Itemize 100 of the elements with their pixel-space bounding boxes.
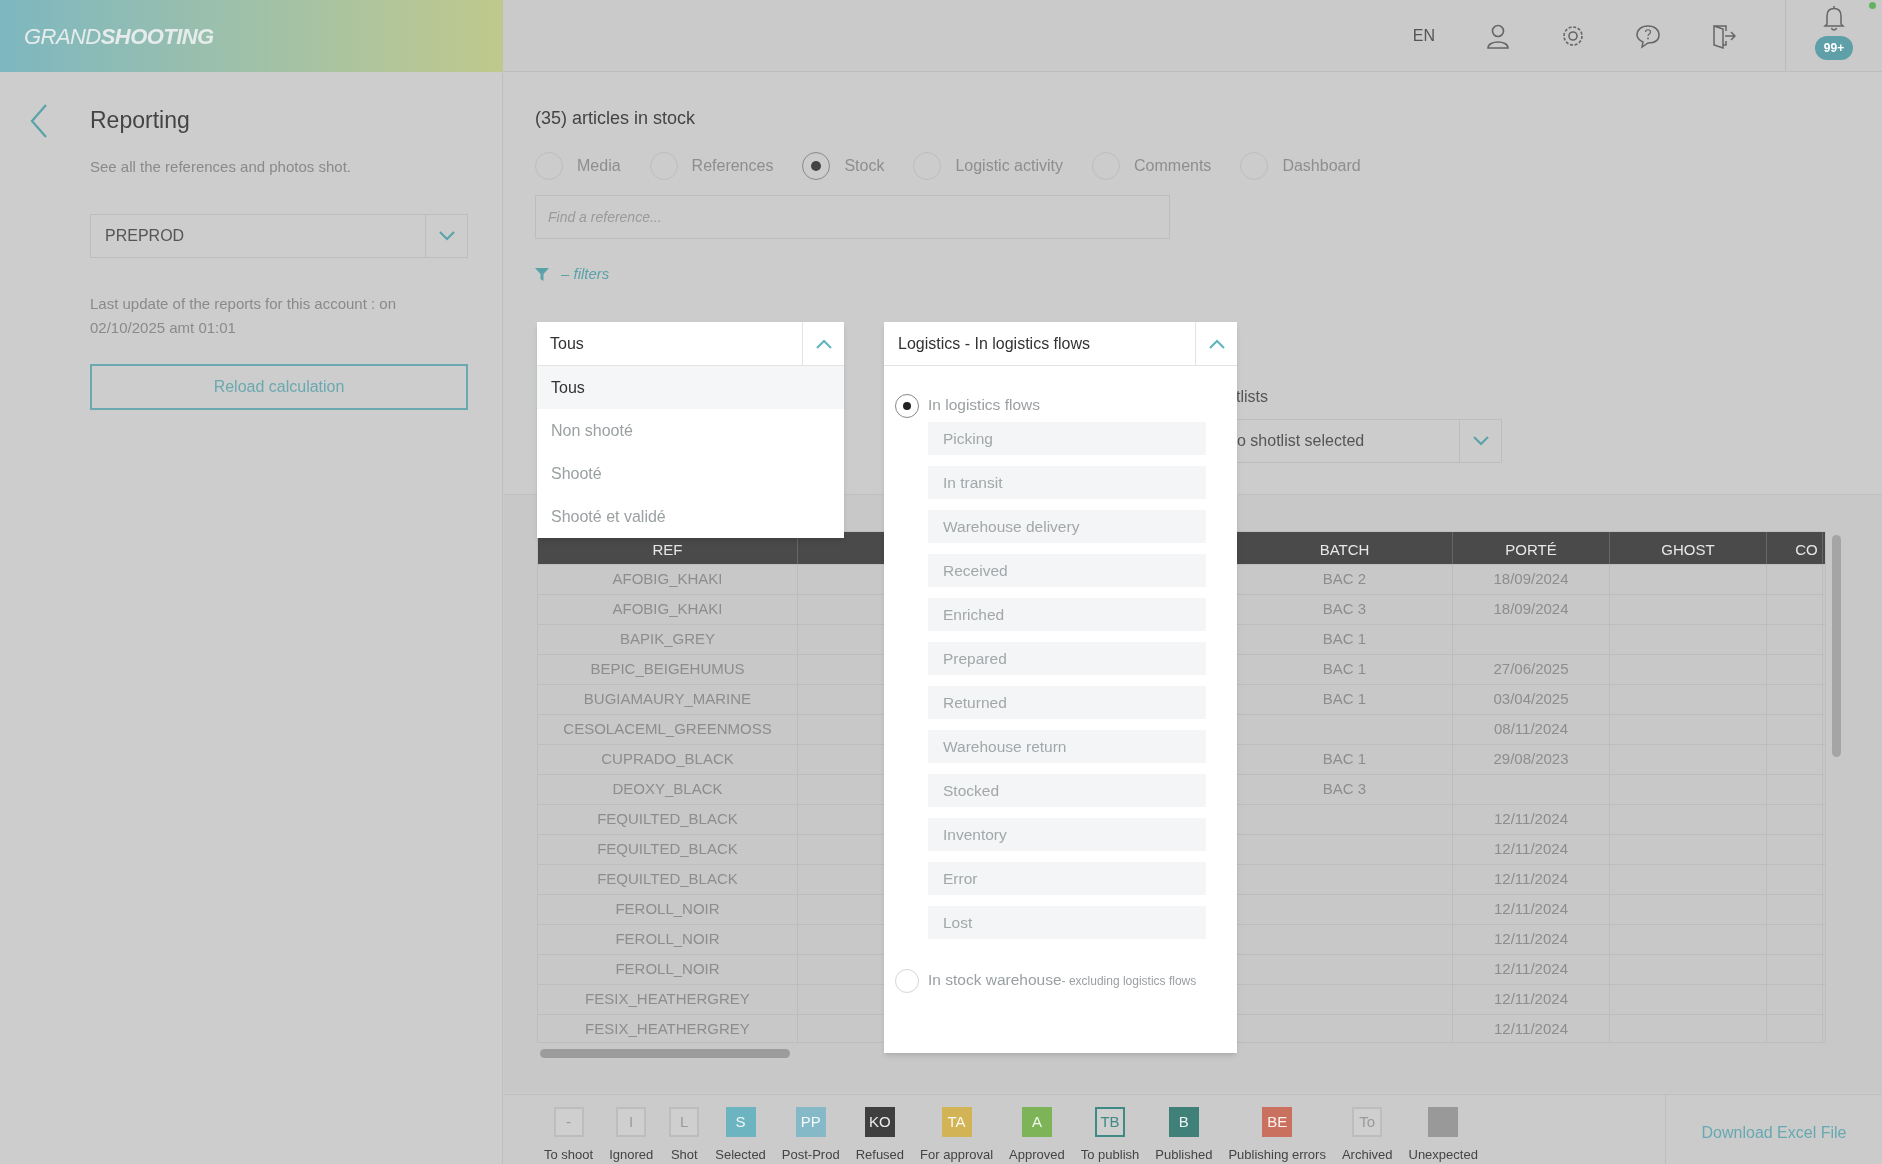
reload-button[interactable]: Reload calculation: [90, 364, 468, 410]
column-header: PORTÉ: [1505, 539, 1557, 560]
table-cell-text: 12/11/2024: [1494, 839, 1568, 860]
table-cell-text: BAC 1: [1322, 629, 1367, 650]
status-badge: KO: [864, 1107, 895, 1137]
table-cell-text: FEROLL_NOIR: [615, 959, 720, 980]
table-cell-text: BAC 1: [1322, 689, 1367, 710]
notification-badge: 99+: [1814, 36, 1854, 60]
status-dropdown[interactable]: Tous Tous Non shooté Shooté Shooté et validé: [537, 322, 844, 538]
column-header: GHOST: [1661, 539, 1715, 560]
table-cell-text: 03/04/2025: [1493, 689, 1569, 710]
shotlist-select[interactable]: o shotlist selected: [1237, 419, 1502, 463]
page-subtitle: See all the references and photos shot.: [90, 156, 352, 177]
table-cell-text: FEQUILTED_BLACK: [597, 869, 738, 890]
column-header: REF: [652, 539, 683, 560]
table-cell-text: 12/11/2024: [1494, 869, 1568, 890]
chevron-up-icon[interactable]: [814, 337, 833, 350]
logistics-step[interactable]: Prepared: [928, 642, 1206, 675]
logout-icon[interactable]: [1710, 23, 1736, 49]
status-badge: B: [1168, 1107, 1199, 1137]
user-icon[interactable]: [1485, 23, 1511, 49]
logistics-step[interactable]: Inventory: [928, 818, 1206, 851]
status-input[interactable]: Tous: [537, 322, 802, 365]
table-cell-text: BAPIK_GREY: [619, 629, 715, 650]
view-radio[interactable]: References: [649, 152, 774, 180]
status-label: Ignored: [609, 1146, 654, 1164]
chevron-down-icon[interactable]: [437, 230, 456, 242]
vertical-scrollbar[interactable]: [1832, 535, 1841, 757]
column-header: BATCH: [1319, 539, 1370, 560]
download-link[interactable]: Download Excel File: [1701, 1120, 1847, 1145]
table-cell-text: BAC 1: [1322, 749, 1367, 770]
table-cell-text: FEROLL_NOIR: [615, 929, 720, 950]
status-badge: -: [553, 1107, 584, 1137]
language-button[interactable]: EN: [1412, 24, 1435, 48]
logistics-step[interactable]: Error: [928, 862, 1206, 895]
radio-label[interactable]: In logistics flows: [928, 394, 1218, 416]
table-cell-text: FEROLL_NOIR: [615, 899, 720, 920]
chevron-up-icon[interactable]: [1207, 337, 1226, 350]
status-badge: TB: [1095, 1107, 1125, 1137]
table-cell-text: FEQUILTED_BLACK: [597, 809, 738, 830]
table-cell-text: 12/11/2024: [1494, 989, 1568, 1010]
status-badge: TA: [941, 1107, 972, 1137]
radio-label[interactable]: In stock warehouse- excluding logistics flows: [928, 969, 1218, 992]
logistics-value[interactable]: Logistics - In logistics flows: [884, 331, 1195, 356]
table-cell-text: 12/11/2024: [1494, 959, 1568, 980]
status-label: Approved: [1009, 1146, 1065, 1164]
dropdown-option[interactable]: Non shooté: [537, 409, 844, 452]
table-cell-text: 27/06/2025: [1493, 659, 1569, 680]
table-cell-text: BAC 3: [1322, 599, 1367, 620]
status-label: Selected: [715, 1146, 766, 1164]
table-cell-text: FESIX_HEATHERGREY: [585, 1019, 750, 1040]
dropdown-option[interactable]: Shooté: [537, 452, 844, 495]
table-cell-text: DEOXY_BLACK: [612, 779, 723, 800]
status-label: Published: [1155, 1146, 1213, 1164]
table-cell-text: BAC 3: [1322, 779, 1367, 800]
status-label: For approval: [920, 1146, 994, 1164]
table-cell-text: CUPRADO_BLACK: [601, 749, 734, 770]
table-cell-text: BAC 1: [1322, 659, 1367, 680]
table-cell-text: 08/11/2024: [1494, 719, 1568, 740]
status-badge: BE: [1262, 1107, 1293, 1137]
logistics-step[interactable]: Received: [928, 554, 1206, 587]
table-cell-text: 18/09/2024: [1493, 599, 1569, 620]
page-title: Reporting: [90, 106, 191, 135]
logistics-step[interactable]: In transit: [928, 466, 1206, 499]
table-cell-text: BAC 2: [1322, 569, 1367, 590]
logistics-step[interactable]: Warehouse return: [928, 730, 1206, 763]
view-radio[interactable]: Dashboard: [1240, 152, 1361, 180]
dropdown-option[interactable]: Shooté et validé: [537, 495, 844, 538]
logistics-step[interactable]: Stocked: [928, 774, 1206, 807]
table-cell-text: 12/11/2024: [1494, 1019, 1568, 1040]
status-label: Archived: [1341, 1146, 1393, 1164]
table-cell-text: FESIX_HEATHERGREY: [585, 989, 750, 1010]
status-label: To shoot: [544, 1146, 594, 1164]
filters-toggle[interactable]: – filters: [535, 263, 1882, 286]
table-cell-text: 18/09/2024: [1493, 569, 1569, 590]
logistics-step[interactable]: Warehouse delivery: [928, 510, 1206, 543]
settings-icon[interactable]: [1560, 23, 1586, 49]
bell-icon[interactable]: [1822, 4, 1846, 32]
dropdown-option[interactable]: Tous: [537, 366, 844, 409]
status-badge: PP: [795, 1107, 826, 1137]
view-radio[interactable]: Logistic activity: [913, 152, 1063, 180]
logistics-step[interactable]: Lost: [928, 906, 1206, 939]
logo: GRANDSHOOTING: [24, 22, 214, 51]
table-cell-text: 12/11/2024: [1494, 809, 1568, 830]
table-cell-text: 12/11/2024: [1494, 899, 1568, 920]
table-cell-text: AFOBIG_KHAKI: [612, 569, 723, 590]
column-header: CO: [1794, 539, 1818, 560]
logistics-step[interactable]: Enriched: [928, 598, 1206, 631]
view-radio[interactable]: Comments: [1092, 152, 1212, 180]
table-cell-text: AFOBIG_KHAKI: [612, 599, 723, 620]
table-cell-text: BUGIAMAURY_MARINE: [583, 689, 752, 710]
view-radio[interactable]: Stock: [802, 152, 885, 180]
chevron-down-icon[interactable]: [1471, 435, 1490, 447]
logistics-step[interactable]: Picking: [928, 422, 1206, 455]
logistics-step[interactable]: Returned: [928, 686, 1206, 719]
table-cell-text: 12/11/2024: [1494, 929, 1568, 950]
view-radio[interactable]: Media: [535, 152, 621, 180]
horizontal-scrollbar[interactable]: [540, 1049, 790, 1058]
account-select[interactable]: PREPROD: [90, 214, 468, 258]
help-icon[interactable]: [1635, 23, 1661, 49]
